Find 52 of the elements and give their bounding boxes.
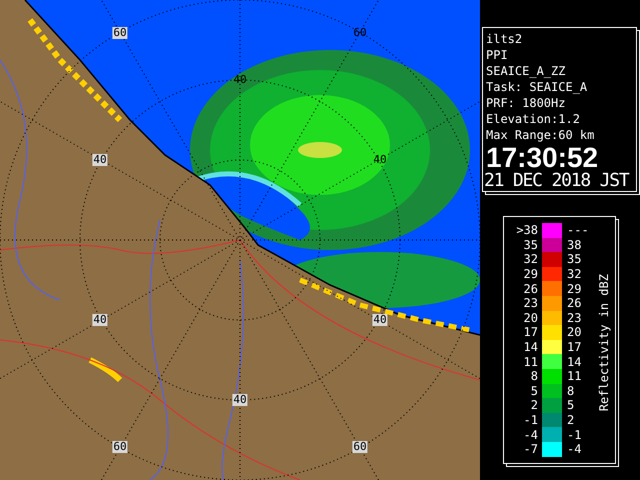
legend-low-value: 29	[522, 267, 538, 282]
legend-high-value: 29	[567, 282, 582, 296]
range-label: 40	[92, 314, 108, 326]
info-line: SEAICE_A_ZZ	[486, 63, 566, 79]
legend-low-value: 26	[522, 282, 538, 296]
legend-low-value: 20	[522, 310, 538, 325]
legend-low-value: -4	[522, 428, 538, 442]
legend-title: Reflectivity in dBZ	[597, 274, 611, 412]
range-label: 40	[372, 154, 388, 166]
legend-low-value: 17	[522, 325, 538, 340]
range-label: 40	[92, 154, 108, 166]
info-line: Task: SEAICE_A	[486, 79, 588, 95]
range-label: 60	[112, 27, 128, 39]
range-label: 40	[232, 394, 248, 406]
legend-low-value: 14	[522, 340, 538, 354]
legend-high-value: 8	[567, 384, 576, 398]
time-text: 17:30:52	[486, 145, 600, 171]
legend-high-value: 32	[567, 267, 582, 282]
legend-high-value: 5	[567, 398, 576, 412]
legend-high-value: 38	[567, 238, 582, 252]
legend-low-value: 2	[530, 398, 538, 412]
legend-high-value: -4	[567, 442, 582, 456]
range-label: 60	[112, 441, 128, 453]
legend-high-value: 26	[567, 296, 582, 310]
legend-low-value: 32	[522, 252, 538, 266]
range-label: 40	[372, 314, 388, 326]
legend-low-value: 23	[522, 296, 538, 310]
info-line: PRF: 1800Hz	[486, 95, 566, 111]
info-line: ilts2	[486, 31, 524, 47]
legend-high-value: 20	[567, 325, 582, 340]
legend-high-value: 14	[567, 354, 582, 369]
legend-high-value: 35	[567, 252, 582, 266]
legend-high-value: ---	[567, 223, 590, 238]
info-line: Elevation:1.2	[486, 111, 581, 127]
legend-high-value: 23	[567, 310, 582, 325]
legend-low-value: -1	[522, 413, 538, 428]
legend-high-value: 17	[567, 340, 582, 354]
range-label: 60	[352, 441, 368, 453]
range-label: 60	[352, 27, 368, 39]
legend-low-value: 35	[522, 238, 538, 252]
info-line: Max Range:60 km	[486, 127, 596, 143]
legend-low-value: -7	[522, 442, 538, 456]
range-label: 40	[232, 74, 248, 86]
legend-low-value: 8	[530, 369, 538, 384]
legend-low-value: 5	[530, 384, 538, 398]
legend-high-value: -1	[567, 428, 582, 442]
legend-low-value: >38	[515, 223, 538, 238]
legend-low-value: 11	[522, 354, 538, 369]
legend-high-value: 11	[567, 369, 582, 384]
legend-high-value: 2	[567, 413, 576, 428]
date-text: 21 DEC 2018 JST	[484, 171, 630, 191]
info-line: PPI	[486, 47, 509, 63]
